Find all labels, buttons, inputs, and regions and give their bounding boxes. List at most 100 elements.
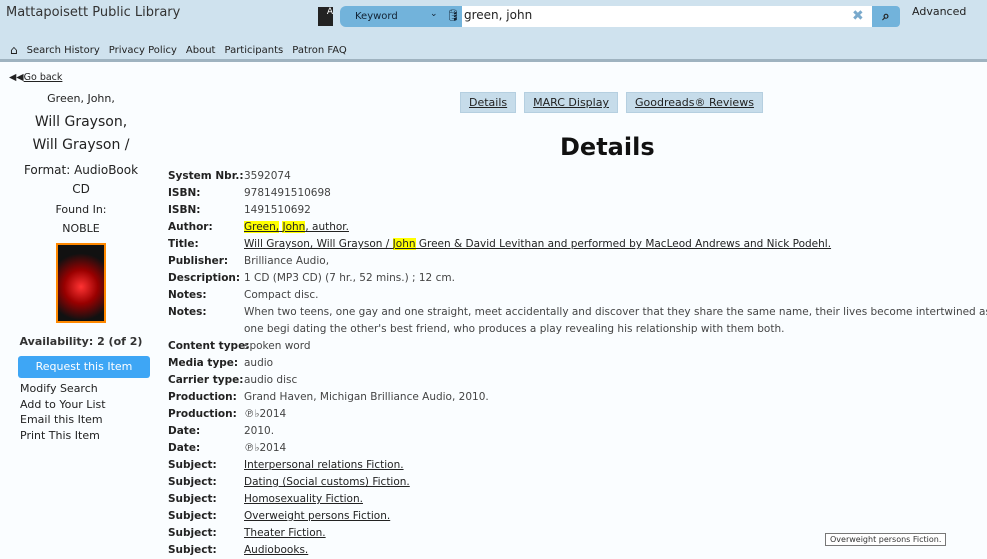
nav-about[interactable]: About [186, 45, 216, 56]
text: , author. [305, 221, 349, 233]
detail-label: Production: [168, 408, 237, 420]
detail-row: Publisher: Brilliance Audio, [168, 253, 987, 270]
library-name[interactable]: Mattapoisett Public Library [6, 5, 180, 20]
detail-value[interactable]: Overweight persons Fiction. [244, 508, 987, 525]
sidebar-title-1: Will Grayson, [34, 114, 128, 130]
detail-row: Subject: Dating (Social customs) Fiction. [168, 474, 987, 491]
request-item-button[interactable]: Request this Item [18, 356, 150, 378]
detail-label: System Nbr.: [168, 170, 244, 182]
detail-row: System Nbr.: 3592074 [168, 168, 987, 185]
detail-row: ISBN: 1491510692 [168, 202, 987, 219]
detail-label: Notes: [168, 306, 207, 318]
highlight: John [282, 221, 306, 233]
detail-value[interactable]: Interpersonal relations Fiction. [244, 457, 987, 474]
detail-row: Notes: Compact disc. [168, 287, 987, 304]
tab-goodreads-reviews[interactable]: Goodreads® Reviews [625, 92, 763, 113]
nav-search-history[interactable]: Search History [27, 45, 100, 56]
detail-value: Compact disc. [244, 289, 319, 301]
detail-label: Subject: [168, 493, 217, 505]
detail-label: Content type: [168, 340, 250, 352]
search-type-select[interactable]: Keyword ⌄ 🛢 [340, 6, 465, 27]
detail-row: ISBN: 9781491510698 [168, 185, 987, 202]
search-type-value: Keyword [355, 11, 398, 22]
detail-value: spoken word [244, 340, 311, 352]
detail-value: 1491510692 [244, 204, 311, 216]
page-title: Details [560, 133, 655, 161]
nav-bar: ⌂ Search History Privacy Policy About Pa… [10, 43, 347, 57]
detail-row: Author: Green, John, author. [168, 219, 987, 236]
detail-row: Production: ℗♭2014 [168, 406, 987, 423]
email-item-link[interactable]: Email this Item [20, 412, 152, 428]
detail-value[interactable]: Homosexuality Fiction. [244, 491, 987, 508]
detail-label: Date: [168, 442, 201, 454]
detail-label: Subject: [168, 510, 217, 522]
detail-row: Date: 2010. [168, 423, 987, 440]
detail-row: Content type: spoken word [168, 338, 987, 355]
detail-value[interactable]: Dating (Social customs) Fiction. [244, 474, 987, 491]
tooltip: Overweight persons Fiction. [825, 533, 947, 546]
detail-value: When two teens, one gay and one straight… [244, 306, 987, 335]
back-icon: ◀◀ [9, 72, 24, 83]
search-input[interactable]: green, john [462, 6, 872, 27]
sidebar-format: Format: AudioBook CD [23, 163, 139, 196]
detail-value[interactable]: Green, John, author. [244, 219, 987, 236]
detail-label: Notes: [168, 289, 207, 301]
detail-row: Media type: audio [168, 355, 987, 372]
detail-value: 9781491510698 [244, 187, 331, 199]
chevron-down-icon: ⌄ [430, 9, 438, 19]
detail-label: Carrier type: [168, 374, 244, 386]
tab-details[interactable]: Details [460, 92, 517, 113]
detail-row: Subject: Homosexuality Fiction. [168, 491, 987, 508]
detail-value: audio disc [244, 374, 298, 386]
detail-row: Subject: Overweight persons Fiction. [168, 508, 987, 525]
search-button[interactable]: ⌕ [872, 6, 900, 27]
go-back-link[interactable]: ◀◀Go back [9, 72, 62, 83]
nav-participants[interactable]: Participants [224, 45, 283, 56]
detail-label: Publisher: [168, 255, 229, 267]
nav-privacy-policy[interactable]: Privacy Policy [109, 45, 177, 56]
detail-label: ISBN: [168, 204, 201, 216]
detail-tabs: Details MARC Display Goodreads® Reviews [460, 92, 763, 113]
detail-label: Subject: [168, 476, 217, 488]
add-to-list-link[interactable]: Add to Your List [20, 397, 152, 413]
tab-marc-display[interactable]: MARC Display [524, 92, 618, 113]
detail-label: Subject: [168, 527, 217, 539]
highlight: John [392, 238, 416, 250]
print-item-link[interactable]: Print This Item [20, 428, 152, 444]
detail-label: Date: [168, 425, 201, 437]
clear-icon[interactable]: ✖ [852, 8, 864, 24]
found-in-label: Found In: [55, 203, 107, 216]
detail-value: ℗♭2014 [244, 442, 287, 454]
nav-patron-faq[interactable]: Patron FAQ [292, 45, 347, 56]
detail-value: Grand Haven, Michigan Brilliance Audio, … [244, 391, 489, 403]
sidebar-author: Green, John, [47, 92, 115, 105]
detail-value: audio [244, 357, 274, 369]
detail-value: 2010. [244, 425, 275, 437]
detail-row: Carrier type: audio disc [168, 372, 987, 389]
detail-label: Subject: [168, 459, 217, 471]
text: Green & David Levithan and performed by … [415, 238, 832, 250]
found-in-value: NOBLE [62, 222, 100, 235]
sidebar: Green, John, Will Grayson, Will Grayson … [10, 92, 152, 443]
detail-row: Subject: Interpersonal relations Fiction. [168, 457, 987, 474]
detail-row: Title: Will Grayson, Will Grayson / John … [168, 236, 987, 253]
detail-value: ℗♭2014 [244, 408, 287, 420]
home-icon[interactable]: ⌂ [10, 43, 18, 57]
detail-label: Title: [168, 238, 199, 250]
modify-search-link[interactable]: Modify Search [20, 381, 152, 397]
detail-row: Date: ℗♭2014 [168, 440, 987, 457]
sidebar-title-2: Will Grayson / [32, 137, 130, 153]
detail-label: Author: [168, 221, 213, 233]
detail-label: Subject: [168, 544, 217, 556]
detail-label: Description: [168, 272, 241, 284]
detail-value[interactable]: Will Grayson, Will Grayson / John Green … [244, 236, 987, 253]
advanced-link[interactable]: Advanced [912, 5, 966, 18]
search-icon: ⌕ [882, 9, 890, 24]
detail-row: Notes: When two teens, one gay and one st… [168, 304, 987, 338]
translate-icon[interactable]: A [318, 7, 333, 26]
header: Mattapoisett Public Library A Keyword ⌄ 🛢 … [0, 0, 987, 62]
detail-label: ISBN: [168, 187, 201, 199]
text: Will Grayson, Will Grayson / [244, 238, 393, 250]
detail-value: Brilliance Audio, [244, 255, 330, 267]
detail-value: 3592074 [244, 170, 291, 182]
